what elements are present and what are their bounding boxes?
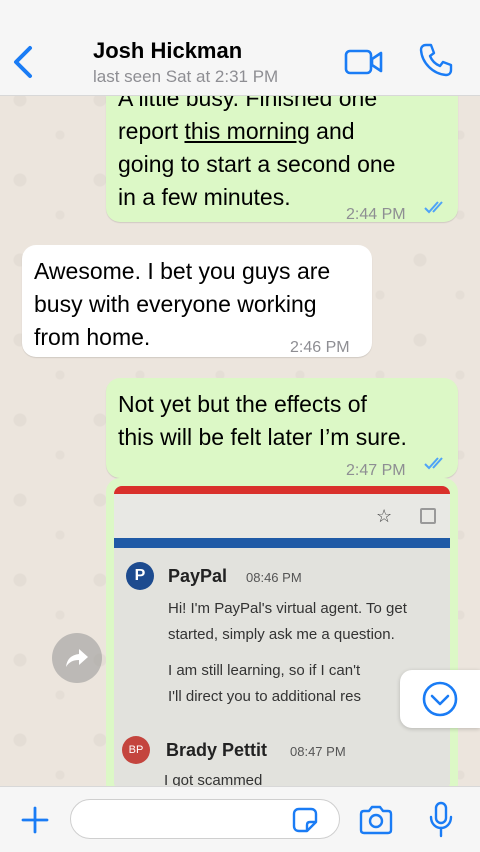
paypal-text-line: I'll direct you to additional res xyxy=(168,688,361,705)
image-attachment[interactable]: ☆ P PayPal 08:46 PM Hi! I'm PayPal's vir… xyxy=(114,486,450,790)
user-timestamp: 08:47 PM xyxy=(290,744,346,759)
read-ticks-icon xyxy=(424,457,443,470)
sticker-button[interactable] xyxy=(290,805,320,835)
camera-button[interactable] xyxy=(358,805,394,835)
message-line: Not yet but the effects of xyxy=(118,391,367,417)
message-line: Awesome. I bet you guys are xyxy=(34,258,331,284)
sticker-icon xyxy=(292,807,318,833)
message-line: this will be felt later I’m sure. xyxy=(118,424,407,450)
message-line: busy with everyone working xyxy=(34,291,317,317)
attach-button[interactable] xyxy=(20,805,50,835)
chevron-down-circle-icon xyxy=(422,681,458,717)
forward-arrow-icon xyxy=(66,649,88,667)
paypal-text-line: I am still learning, so if I can't xyxy=(168,662,361,679)
message-line: report this morning and xyxy=(118,115,446,148)
voice-call-button[interactable] xyxy=(418,42,454,78)
star-icon: ☆ xyxy=(376,506,393,526)
paypal-sender-name: PayPal xyxy=(168,566,228,586)
user-avatar-icon: BP xyxy=(122,736,150,764)
message-text: A little busy. Finished one report this … xyxy=(118,82,446,214)
microphone-button[interactable] xyxy=(428,801,454,839)
back-button[interactable] xyxy=(10,42,36,82)
paypal-text-line: started, simply ask me a question. xyxy=(168,626,395,643)
message-bubble-incoming[interactable]: Awesome. I bet you guys are busy with ev… xyxy=(22,245,372,357)
screenshot-browser-bar xyxy=(114,494,450,538)
camera-icon xyxy=(359,805,393,835)
plus-icon xyxy=(21,806,49,834)
paypal-logo-icon: P xyxy=(126,562,154,590)
video-call-button[interactable] xyxy=(344,48,384,76)
message-text-fragment: and xyxy=(309,118,355,144)
user-sender-name: Brady Pettit xyxy=(166,740,268,760)
message-timestamp: 2:44 PM xyxy=(346,206,406,223)
extension-icon xyxy=(420,508,436,524)
message-line: going to start a second one xyxy=(118,151,396,177)
forward-button[interactable] xyxy=(52,633,102,683)
phone-icon xyxy=(419,43,453,77)
message-bubble-outgoing[interactable]: Not yet but the effects of this will be … xyxy=(106,378,458,479)
last-seen-status: last seen Sat at 2:31 PM xyxy=(93,67,279,86)
read-ticks-icon xyxy=(424,201,443,214)
screenshot-blue-stripe xyxy=(114,538,450,548)
video-camera-icon xyxy=(344,49,383,75)
paypal-text-line: Hi! I'm PayPal's virtual agent. To get xyxy=(168,600,407,617)
message-composer xyxy=(0,786,480,852)
date-link[interactable]: this morning xyxy=(184,118,309,144)
message-text: Not yet but the effects of this will be … xyxy=(118,388,446,454)
message-timestamp: 2:46 PM xyxy=(290,339,350,356)
chat-header: Josh Hickman last seen Sat at 2:31 PM xyxy=(0,0,480,96)
contact-name[interactable]: Josh Hickman xyxy=(93,38,242,64)
image-message-bubble[interactable]: ☆ P PayPal 08:46 PM Hi! I'm PayPal's vir… xyxy=(106,478,458,798)
microphone-icon xyxy=(429,801,453,838)
chevron-left-icon xyxy=(14,46,32,78)
scroll-to-bottom-button[interactable] xyxy=(400,670,480,728)
screenshot-red-stripe xyxy=(114,486,450,494)
paypal-timestamp: 08:46 PM xyxy=(246,570,302,585)
message-text-fragment: report xyxy=(118,118,185,144)
